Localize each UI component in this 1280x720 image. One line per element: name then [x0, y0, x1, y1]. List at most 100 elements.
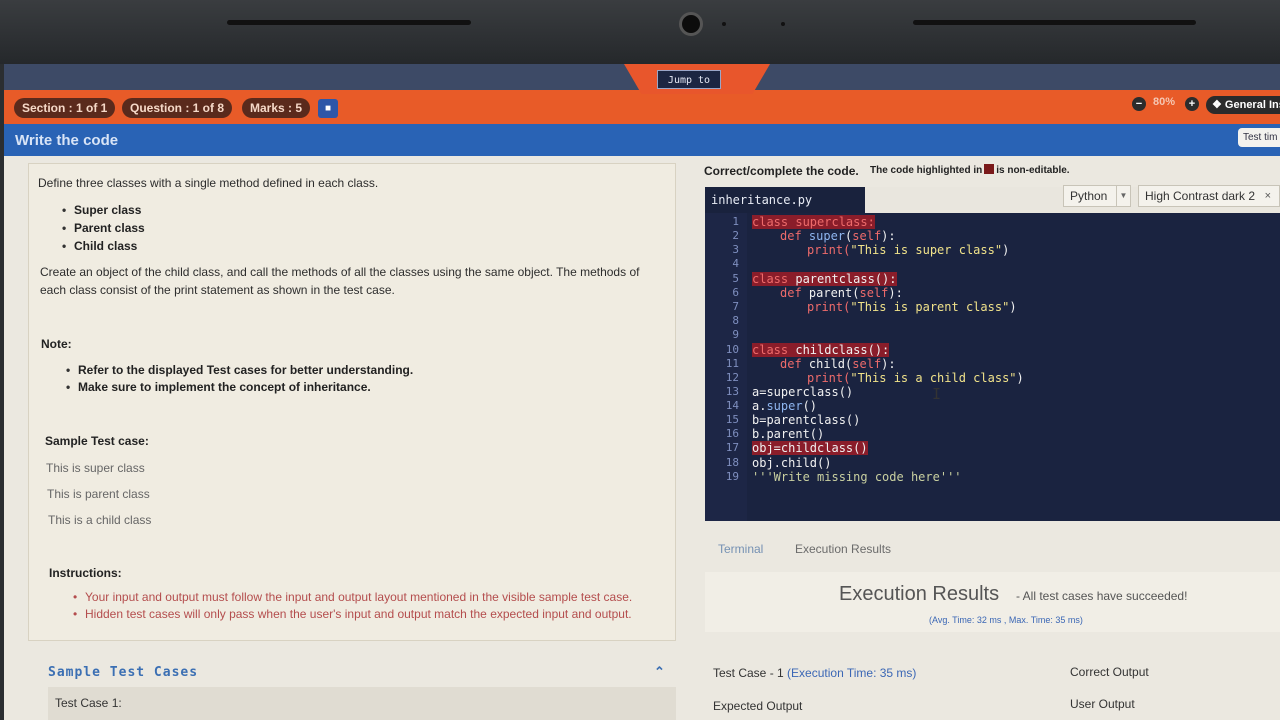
code-token: def [780, 357, 809, 371]
language-select[interactable]: Python ▼ [1063, 185, 1131, 207]
theme-value: High Contrast dark 2 [1145, 189, 1256, 203]
code-line: b.parent() [752, 427, 825, 441]
code-token: class superclass: [752, 215, 875, 229]
code-token: "This is parent class" [850, 300, 1010, 314]
code-line: print("This is super class") [807, 243, 1009, 257]
test-time-button[interactable]: Test tim [1238, 128, 1280, 147]
sample-label: Sample Test case: [45, 434, 149, 448]
line-number: 17 [725, 441, 739, 454]
non-editable-swatch [984, 164, 995, 174]
close-icon[interactable]: × [1265, 186, 1271, 206]
sample-line: This is a child class [48, 513, 152, 527]
theme-select[interactable]: High Contrast dark 2 × [1138, 185, 1280, 207]
code-line: class childclass(): [752, 343, 890, 357]
test-case-label: Test Case - 1 (Execution Time: 35 ms) [713, 666, 916, 680]
tab-terminal[interactable]: Terminal [718, 542, 763, 556]
title-bar [4, 124, 1280, 156]
code-token: childclass(): [795, 343, 890, 357]
line-number: 4 [732, 257, 739, 270]
question-para: Create an object of the child class, and… [40, 265, 640, 279]
instruction-item: Your input and output must follow the in… [73, 590, 632, 604]
line-number: 10 [725, 343, 739, 356]
bezel-slot [913, 20, 1196, 25]
code-token: class parentclass(): [752, 272, 897, 286]
code-token: super [808, 229, 846, 243]
code-token: ) [1002, 243, 1010, 257]
code-token: self [859, 286, 889, 300]
sample-test-cases-heading[interactable]: Sample Test Cases [48, 665, 198, 680]
instruction-item: Hidden test cases will only pass when th… [73, 607, 632, 621]
tab-execution-results[interactable]: Execution Results [795, 542, 891, 556]
line-number: 16 [725, 427, 739, 440]
line-number: 6 [732, 286, 739, 299]
code-token: obj=childclass() [752, 441, 868, 455]
code-line: def parent(self): [780, 286, 903, 300]
code-token: child( [808, 357, 853, 371]
code-token: self [852, 229, 882, 243]
page-title: Write the code [15, 132, 119, 149]
laptop-bezel [0, 0, 1280, 64]
chat-icon[interactable]: ■ [318, 99, 338, 118]
jump-to-button[interactable]: Jump to [657, 70, 721, 89]
line-number: 2 [732, 229, 739, 242]
line-number: 13 [725, 385, 739, 398]
code-token: super [766, 399, 803, 413]
code-token: print( [807, 300, 851, 314]
line-number: 5 [732, 272, 739, 285]
code-token: () [802, 399, 818, 413]
test-case-row [48, 687, 676, 720]
bezel-slot [227, 20, 471, 25]
code-line: b=parentclass() [752, 413, 861, 427]
question-intro: Define three classes with a single metho… [38, 176, 379, 190]
code-line: class superclass: [752, 215, 875, 229]
code-token: print( [807, 371, 851, 385]
code-token: ): [888, 286, 903, 300]
code-line: obj=childclass() [752, 441, 868, 455]
question-para: each class consist of the print statemen… [40, 283, 395, 297]
bezel-dot [722, 22, 726, 26]
line-number: 15 [725, 413, 739, 426]
code-line: print("This is a child class") [807, 371, 1024, 385]
code-token: def [780, 229, 809, 243]
code-token: a. [752, 399, 767, 413]
question-pill[interactable]: Question : 1 of 8 [122, 98, 233, 118]
line-number: 19 [725, 470, 739, 483]
general-instructions-button[interactable]: ❖ General Ins [1206, 96, 1280, 114]
code-token: ) [1009, 300, 1017, 314]
line-number: 9 [732, 328, 739, 341]
expected-output-label: Expected Output [713, 699, 803, 713]
code-editor[interactable]: 1 2 3 4 5 6 7 8 9 10 11 12 13 14 15 16 1… [705, 213, 1280, 521]
screen: Jump to Section : 1 of 1 Question : 1 of… [4, 64, 1280, 720]
line-number: 11 [725, 357, 739, 370]
results-title: Execution Results [839, 583, 1000, 605]
file-tab[interactable]: inheritance.py [705, 187, 865, 213]
line-number: 1 [732, 215, 739, 228]
code-token: parent( [808, 286, 860, 300]
zoom-out-icon[interactable]: − [1132, 97, 1146, 111]
info-icon: ❖ [1212, 99, 1225, 111]
zoom-in-icon[interactable]: + [1185, 97, 1199, 111]
test-case-1-label: Test Case 1: [55, 696, 122, 710]
language-value: Python [1070, 189, 1108, 203]
class-item: Parent class [62, 221, 145, 235]
line-number: 12 [725, 371, 739, 384]
editor-sub-before: The code highlighted in [870, 165, 983, 176]
line-number: 8 [732, 314, 739, 327]
section-pill: Section : 1 of 1 [14, 98, 116, 118]
line-number: 3 [732, 243, 739, 256]
test-case-time: (Execution Time: 35 ms) [787, 666, 917, 680]
code-token: ) [1016, 371, 1024, 385]
chevron-up-icon[interactable]: ⌃ [654, 664, 665, 680]
code-token: "This is a child class" [850, 371, 1017, 385]
sample-line: This is super class [46, 461, 145, 475]
code-token: class [752, 343, 796, 357]
code-line: def super(self): [780, 229, 896, 243]
zoom-level: 80% [1153, 96, 1176, 108]
code-line: a=superclass() [752, 385, 854, 399]
code-token: def [780, 286, 809, 300]
line-number: 14 [725, 399, 739, 412]
line-number: 18 [725, 456, 739, 469]
instructions-label: Instructions: [49, 566, 122, 580]
results-subtitle: - All test cases have succeeded! [1016, 589, 1188, 603]
webcam [679, 12, 703, 36]
